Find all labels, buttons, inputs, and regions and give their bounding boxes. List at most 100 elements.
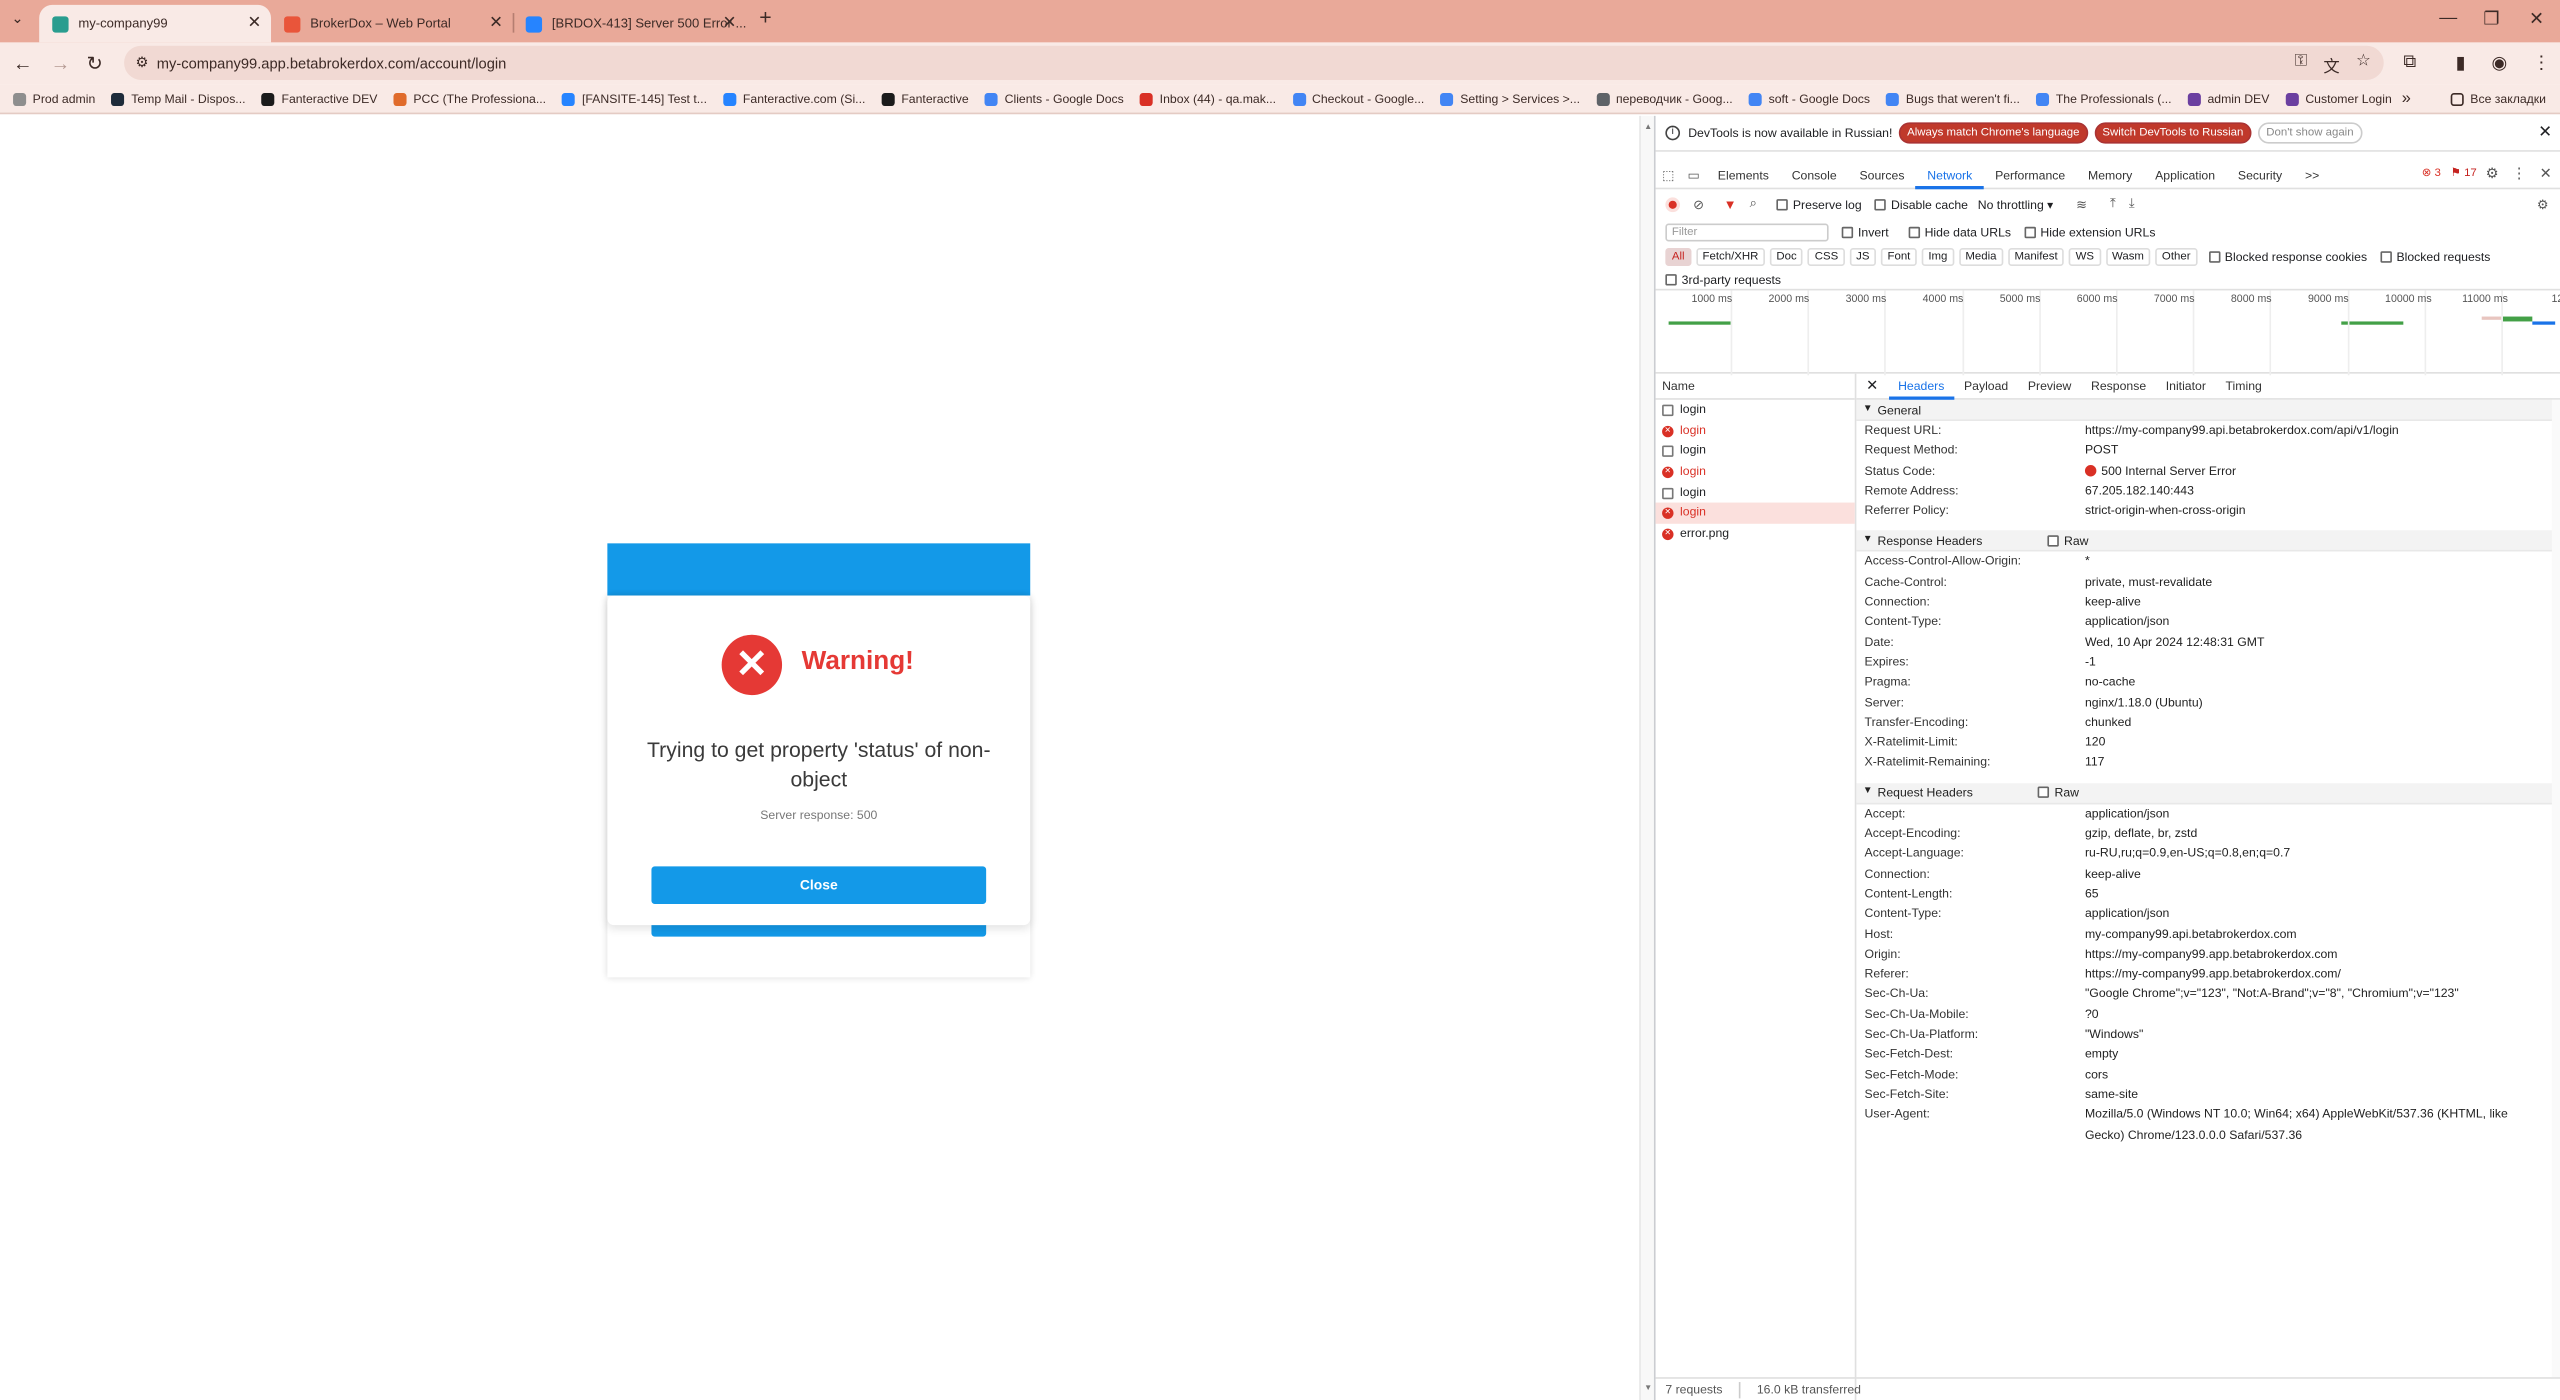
menu-kebab-icon[interactable]: ⋮ — [2532, 52, 2550, 74]
request-row[interactable]: login — [1656, 400, 1855, 421]
detail-tab-preview[interactable]: Preview — [2018, 374, 2081, 399]
type-filter-other[interactable]: Other — [2155, 247, 2198, 266]
export-har-icon[interactable]: ⤓ — [2122, 196, 2141, 212]
network-settings-icon[interactable]: ⚙ — [2530, 197, 2555, 212]
bookmark-item[interactable]: Checkout - Google... — [1284, 91, 1432, 106]
detail-tab-payload[interactable]: Payload — [1954, 374, 2018, 399]
close-details-icon[interactable]: ✕ — [1856, 377, 1888, 395]
request-row[interactable]: ✕ login — [1655, 503, 1855, 524]
search-icon[interactable]: ⌕ — [1743, 196, 1763, 212]
close-infobar-icon[interactable]: ✕ — [2538, 124, 2552, 142]
type-filter-media[interactable]: Media — [1958, 247, 2004, 266]
request-row[interactable]: login — [1656, 441, 1855, 462]
scroll-down-icon[interactable]: ▼ — [1644, 1384, 1652, 1394]
type-filter-manifest[interactable]: Manifest — [2007, 247, 2065, 266]
request-headers-section-header[interactable]: ▼ Request Headers Raw — [1856, 782, 2560, 805]
tab-sources[interactable]: Sources — [1848, 162, 1916, 188]
bookmark-item[interactable]: Prod admin — [5, 91, 104, 106]
bookmark-star-icon[interactable]: ☆ — [2356, 52, 2371, 76]
request-row[interactable]: login — [1656, 483, 1855, 504]
invert-checkbox[interactable]: Invert — [1841, 224, 1889, 239]
type-filter-css[interactable]: CSS — [1808, 247, 1845, 266]
maximize-icon[interactable]: ❐ — [2483, 8, 2499, 30]
dont-show-again-button[interactable]: Don't show again — [2258, 122, 2362, 144]
disable-cache-checkbox[interactable]: Disable cache — [1874, 197, 1968, 211]
site-info-icon[interactable]: ⚙ — [136, 54, 149, 72]
tab-brokerdox-portal[interactable]: BrokerDox – Web Portal ✕ — [271, 5, 513, 43]
new-tab-button[interactable]: + — [759, 5, 771, 29]
request-row[interactable]: ✕ login — [1656, 420, 1855, 441]
forward-icon[interactable]: → — [51, 52, 71, 75]
bookmark-item[interactable]: Fanteractive DEV — [254, 91, 386, 106]
network-conditions-icon[interactable]: ≋ — [2070, 197, 2094, 212]
side-panel-icon[interactable]: ▮ — [2456, 52, 2466, 74]
third-party-checkbox[interactable]: 3rd-party requests — [1665, 272, 1781, 286]
bookmark-item[interactable]: Fanteractive — [874, 91, 977, 106]
bookmark-item[interactable]: Setting > Services >... — [1432, 91, 1588, 106]
minimize-icon[interactable]: — — [2439, 8, 2457, 28]
bookmark-item[interactable]: Clients - Google Docs — [977, 91, 1132, 106]
request-raw-checkbox[interactable]: Raw — [2038, 782, 2079, 803]
type-filter-js[interactable]: JS — [1849, 247, 1877, 266]
type-filter-wasm[interactable]: Wasm — [2105, 247, 2151, 266]
settings-gear-icon[interactable]: ⚙ — [2486, 165, 2499, 183]
tab-security[interactable]: Security — [2226, 162, 2293, 188]
reload-icon[interactable]: ↻ — [87, 52, 103, 75]
type-filter-all[interactable]: All — [1665, 247, 1692, 266]
devtools-menu-icon[interactable]: ⋮ — [2512, 165, 2527, 183]
clear-icon[interactable]: ⊘ — [1693, 197, 1717, 212]
back-icon[interactable]: ← — [13, 52, 33, 75]
bookmark-item[interactable]: Bugs that weren't fi... — [1878, 91, 2028, 106]
password-key-icon[interactable]: ⚿ — [2295, 52, 2307, 76]
bookmark-item[interactable]: переводчик - Goog... — [1588, 91, 1741, 106]
bookmark-item[interactable]: Customer Login — [2278, 91, 2400, 106]
type-filter-img[interactable]: Img — [1921, 247, 1954, 266]
close-tab-icon[interactable]: ✕ — [489, 15, 503, 33]
warning-count-badge[interactable]: ⚑ 17 — [2451, 166, 2477, 179]
match-language-button[interactable]: Always match Chrome's language — [1898, 122, 2088, 144]
general-section-header[interactable]: ▼ General — [1856, 399, 2560, 421]
close-button[interactable]: Close — [651, 866, 987, 904]
close-tab-icon[interactable]: ✕ — [248, 15, 262, 33]
bookmark-item[interactable]: admin DEV — [2180, 91, 2278, 106]
more-tabs-button[interactable]: >> — [2294, 162, 2331, 188]
tab-my-company99[interactable]: my-company99 ✕ — [39, 4, 272, 43]
bookmark-item[interactable]: soft - Google Docs — [1741, 91, 1878, 106]
all-bookmarks-folder[interactable]: Все закладки — [2443, 91, 2555, 106]
response-raw-checkbox[interactable]: Raw — [2047, 530, 2089, 551]
network-timeline[interactable]: 1000 ms 2000 ms 3000 ms 4000 ms 5000 ms 6000 … — [1655, 288, 2560, 376]
detail-tab-response[interactable]: Response — [2081, 374, 2156, 399]
type-filter-doc[interactable]: Doc — [1769, 247, 1804, 266]
filter-funnel-icon[interactable]: ▼ — [1717, 197, 1743, 212]
blocked-cookies-checkbox[interactable]: Blocked response cookies — [2208, 249, 2367, 264]
type-filter-font[interactable]: Font — [1880, 247, 1917, 266]
tab-performance[interactable]: Performance — [1984, 162, 2077, 188]
request-row[interactable]: ✕ error.png — [1656, 524, 1855, 545]
inspect-element-icon[interactable]: ⬚ — [1656, 168, 1681, 183]
issue-badges[interactable]: ⊗ 3 ⚑ 17 — [2422, 166, 2477, 179]
bookmarks-overflow-icon[interactable]: » — [2402, 90, 2411, 108]
type-filter-ws[interactable]: WS — [2069, 247, 2101, 266]
translate-icon[interactable]: 文 — [2323, 52, 2339, 77]
throttling-select[interactable]: No throttling ▾ — [1978, 197, 2054, 212]
tab-application[interactable]: Application — [2144, 162, 2227, 188]
tab-memory[interactable]: Memory — [2077, 162, 2144, 188]
preserve-log-checkbox[interactable]: Preserve log — [1776, 197, 1862, 211]
tab-console[interactable]: Console — [1780, 162, 1848, 188]
switch-russian-button[interactable]: Switch DevTools to Russian — [2094, 122, 2252, 144]
tab-jira-issue[interactable]: [BRDOX-413] Server 500 Error ... ✕ — [513, 5, 746, 43]
bookmark-item[interactable]: Fanteractive.com (Si... — [715, 91, 873, 106]
import-har-icon[interactable]: ⤒ — [2103, 196, 2122, 212]
name-column-header[interactable]: Name — [1655, 374, 1855, 400]
bookmark-item[interactable]: Inbox (44) - qa.mak... — [1132, 91, 1284, 106]
scroll-up-icon[interactable]: ▲ — [1644, 122, 1652, 132]
request-row[interactable]: ✕ login — [1656, 462, 1855, 483]
hide-extension-urls-checkbox[interactable]: Hide extension URLs — [2024, 224, 2155, 239]
tab-network[interactable]: Network — [1915, 162, 1984, 189]
bookmark-item[interactable]: PCC (The Professiona... — [386, 91, 555, 106]
device-toolbar-icon[interactable]: ▭ — [1681, 168, 1706, 183]
blocked-requests-checkbox[interactable]: Blocked requests — [2380, 249, 2490, 264]
extensions-icon[interactable]: ⧉ — [2403, 52, 2416, 73]
filter-input[interactable]: Filter — [1665, 222, 1829, 241]
bookmark-item[interactable]: Temp Mail - Dispos... — [103, 91, 253, 106]
